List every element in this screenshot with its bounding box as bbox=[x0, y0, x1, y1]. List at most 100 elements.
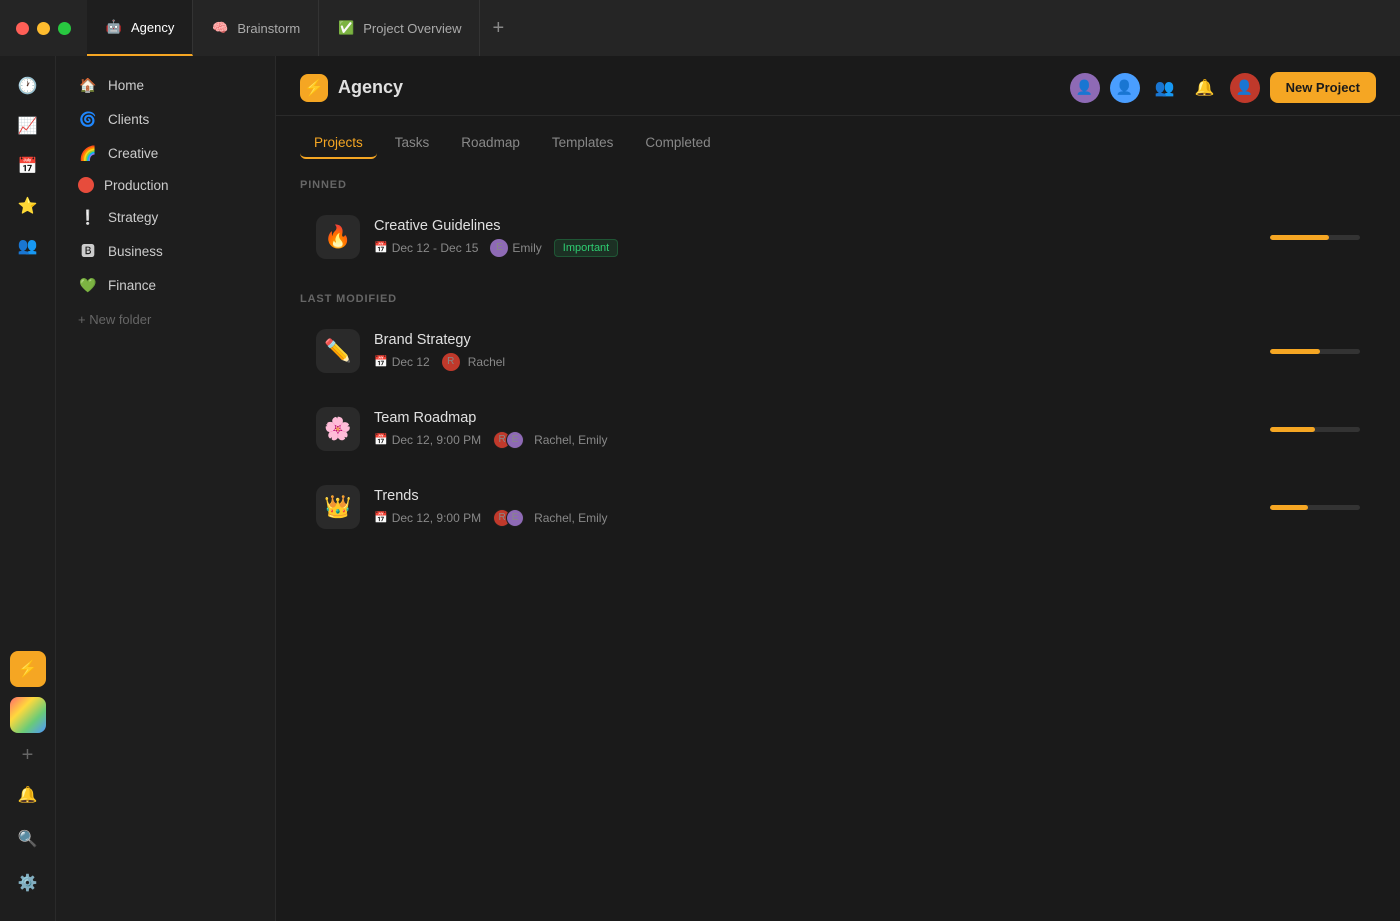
new-folder-label: + New folder bbox=[78, 312, 151, 327]
home-icon: 🏠 bbox=[78, 75, 98, 95]
sidebar-item-strategy[interactable]: ❕ Strategy bbox=[62, 200, 269, 234]
minimize-button[interactable] bbox=[37, 22, 50, 35]
tab-agency[interactable]: 🤖 Agency bbox=[87, 0, 193, 56]
project-assignees-trends: R E Rachel, Emily bbox=[493, 509, 607, 527]
tab-agency-label: Agency bbox=[131, 20, 174, 35]
assignee-names: Rachel, Emily bbox=[534, 511, 607, 525]
strategy-icon: ❕ bbox=[78, 207, 98, 227]
nav-tab-completed[interactable]: Completed bbox=[631, 128, 724, 159]
progress-fill bbox=[1270, 427, 1315, 432]
sidebar-label-home: Home bbox=[108, 78, 144, 93]
invite-members-icon[interactable]: 👥 bbox=[1150, 73, 1180, 103]
sidebar-item-finance[interactable]: 💚 Finance bbox=[62, 268, 269, 302]
tab-brainstorm[interactable]: 🧠 Brainstorm bbox=[193, 0, 319, 56]
sidebar-item-production[interactable]: Production bbox=[62, 170, 269, 200]
sidebar-item-clients[interactable]: 🌀 Clients bbox=[62, 102, 269, 136]
project-assignees-brand-strategy: R Rachel bbox=[442, 353, 505, 371]
avatar-user1[interactable]: 👤 bbox=[1070, 73, 1100, 103]
progress-bar-creative-guidelines bbox=[1270, 235, 1360, 240]
progress-bar-team-roadmap bbox=[1270, 427, 1360, 432]
calendar-icon: 📅 bbox=[374, 241, 388, 254]
project-meta-trends: 📅 Dec 12, 9:00 PM R E Rachel, Emily bbox=[374, 509, 1246, 527]
tab-project-overview[interactable]: ✅ Project Overview bbox=[319, 0, 480, 56]
project-info-creative-guidelines: Creative Guidelines 📅 Dec 12 - Dec 15 E … bbox=[374, 218, 1246, 257]
project-item-trends[interactable]: 👑 Trends 📅 Dec 12, 9:00 PM R E bbox=[300, 471, 1376, 543]
rail-search-icon[interactable]: 🔍 bbox=[10, 821, 46, 857]
avatar-user2[interactable]: 👤 bbox=[1110, 73, 1140, 103]
new-folder-button[interactable]: + New folder bbox=[62, 306, 269, 333]
progress-track bbox=[1270, 349, 1360, 354]
notifications-icon[interactable]: 🔔 bbox=[1190, 73, 1220, 103]
project-date-brand-strategy: 📅 Dec 12 bbox=[374, 355, 430, 369]
rail-notifications-icon[interactable]: 🔔 bbox=[10, 777, 46, 813]
sidebar-item-home[interactable]: 🏠 Home bbox=[62, 68, 269, 102]
rail-pulse-icon[interactable]: 📈 bbox=[10, 108, 46, 144]
rail-members-icon[interactable]: 👥 bbox=[10, 228, 46, 264]
tab-overview-label: Project Overview bbox=[363, 21, 461, 36]
progress-bar-trends bbox=[1270, 505, 1360, 510]
calendar-icon: 📅 bbox=[374, 355, 388, 368]
tag-important: Important bbox=[554, 239, 618, 257]
sidebar-label-production: Production bbox=[104, 178, 169, 193]
project-assignees-team-roadmap: R E Rachel, Emily bbox=[493, 431, 607, 449]
project-meta-team-roadmap: 📅 Dec 12, 9:00 PM R E Rachel, Emily bbox=[374, 431, 1246, 449]
project-date-team-roadmap: 📅 Dec 12, 9:00 PM bbox=[374, 433, 481, 447]
nav-tab-tasks[interactable]: Tasks bbox=[381, 128, 444, 159]
header-actions: 👤 👤 👥 🔔 👤 New Project bbox=[1070, 72, 1376, 103]
project-item-creative-guidelines[interactable]: 🔥 Creative Guidelines 📅 Dec 12 - Dec 15 … bbox=[300, 201, 1376, 273]
project-item-team-roadmap[interactable]: 🌸 Team Roadmap 📅 Dec 12, 9:00 PM R E bbox=[300, 393, 1376, 465]
close-button[interactable] bbox=[16, 22, 29, 35]
rail-calendar-icon[interactable]: 📅 bbox=[10, 148, 46, 184]
project-assignee-creative-guidelines: E Emily bbox=[490, 239, 541, 257]
sidebar-item-creative[interactable]: 🌈 Creative bbox=[62, 136, 269, 170]
project-info-team-roadmap: Team Roadmap 📅 Dec 12, 9:00 PM R E Rache… bbox=[374, 410, 1246, 449]
project-icon-trends: 👑 bbox=[316, 485, 360, 529]
project-item-brand-strategy[interactable]: ✏️ Brand Strategy 📅 Dec 12 R Rachel bbox=[300, 315, 1376, 387]
progress-track bbox=[1270, 427, 1360, 432]
titlebar: 🤖 Agency 🧠 Brainstorm ✅ Project Overview… bbox=[0, 0, 1400, 56]
nav-tab-templates[interactable]: Templates bbox=[538, 128, 628, 159]
section-pinned-label: PINNED bbox=[300, 179, 1376, 191]
assignee-avatar-rachel: R bbox=[442, 353, 460, 371]
sidebar-label-creative: Creative bbox=[108, 146, 158, 161]
project-info-trends: Trends 📅 Dec 12, 9:00 PM R E Rachel, Emi… bbox=[374, 488, 1246, 527]
assignees-group: R E bbox=[493, 431, 524, 449]
nav-tab-roadmap[interactable]: Roadmap bbox=[447, 128, 534, 159]
date-text: Dec 12, 9:00 PM bbox=[392, 511, 481, 525]
finance-icon: 💚 bbox=[78, 275, 98, 295]
content-title-text: Agency bbox=[338, 77, 403, 98]
project-meta-creative-guidelines: 📅 Dec 12 - Dec 15 E Emily Important bbox=[374, 239, 1246, 257]
sidebar-label-finance: Finance bbox=[108, 278, 156, 293]
current-user-avatar[interactable]: 👤 bbox=[1230, 73, 1260, 103]
rail-workspace-icon[interactable]: ⚡ bbox=[10, 651, 46, 687]
main-layout: 🕐 📈 📅 ⭐ 👥 ⚡ + 🔔 🔍 ⚙️ 🏠 Home 🌀 Clients 🌈 … bbox=[0, 56, 1400, 921]
content-title-icon: ⚡ bbox=[300, 74, 328, 102]
rail-add-workspace-icon[interactable]: + bbox=[10, 737, 46, 773]
sidebar-item-business[interactable]: 🅱 Business bbox=[62, 234, 269, 268]
nav-tab-projects[interactable]: Projects bbox=[300, 128, 377, 159]
rail-activity-icon[interactable]: 🕐 bbox=[10, 68, 46, 104]
add-tab-button[interactable]: + bbox=[480, 0, 516, 56]
progress-fill bbox=[1270, 505, 1308, 510]
progress-fill bbox=[1270, 349, 1320, 354]
project-name-trends: Trends bbox=[374, 488, 1246, 504]
icon-rail: 🕐 📈 📅 ⭐ 👥 ⚡ + 🔔 🔍 ⚙️ bbox=[0, 56, 56, 921]
assignees-group: R E bbox=[493, 509, 524, 527]
tab-overview-icon: ✅ bbox=[337, 19, 355, 37]
project-icon-creative-guidelines: 🔥 bbox=[316, 215, 360, 259]
project-list: PINNED 🔥 Creative Guidelines 📅 Dec 12 - … bbox=[276, 159, 1400, 921]
new-project-button[interactable]: New Project bbox=[1270, 72, 1376, 103]
assignee-name: Rachel bbox=[468, 355, 505, 369]
maximize-button[interactable] bbox=[58, 22, 71, 35]
assignee-avatar: E bbox=[490, 239, 508, 257]
rail-rainbow-icon[interactable] bbox=[10, 697, 46, 733]
project-icon-team-roadmap: 🌸 bbox=[316, 407, 360, 451]
creative-icon: 🌈 bbox=[78, 143, 98, 163]
rail-settings-icon[interactable]: ⚙️ bbox=[10, 865, 46, 901]
content-area: ⚡ Agency 👤 👤 👥 🔔 👤 New Project Projects … bbox=[276, 56, 1400, 921]
sidebar: 🏠 Home 🌀 Clients 🌈 Creative Production ❕… bbox=[56, 56, 276, 921]
project-date-creative-guidelines: 📅 Dec 12 - Dec 15 bbox=[374, 241, 478, 255]
sidebar-label-clients: Clients bbox=[108, 112, 149, 127]
project-meta-brand-strategy: 📅 Dec 12 R Rachel bbox=[374, 353, 1246, 371]
rail-favorites-icon[interactable]: ⭐ bbox=[10, 188, 46, 224]
